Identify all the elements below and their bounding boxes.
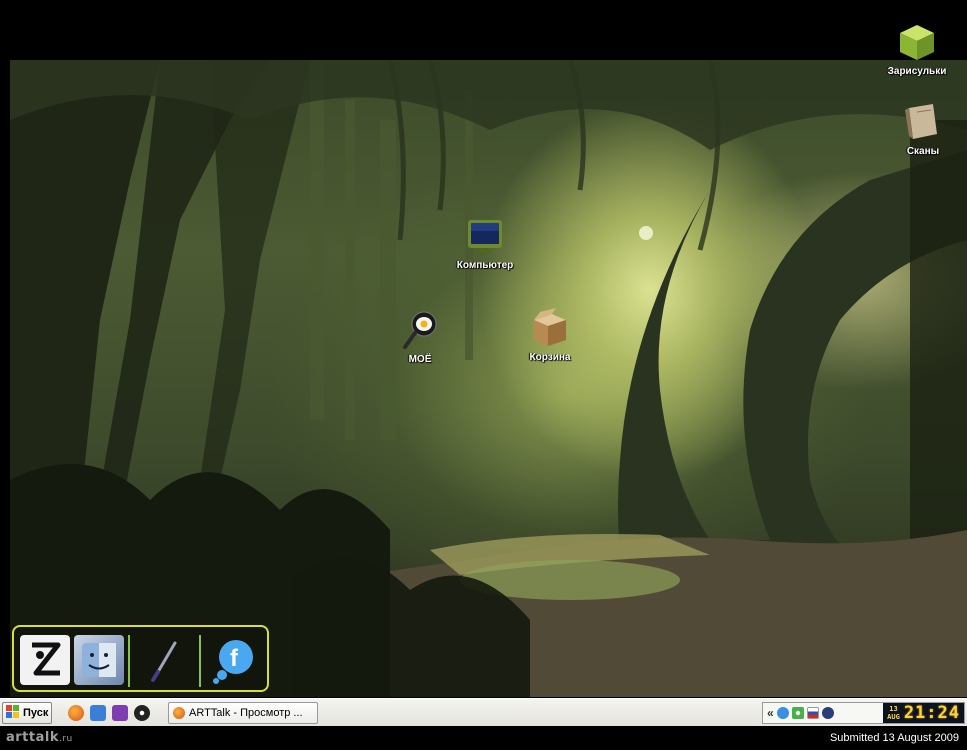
system-tray: « 13 AUG 21:24: [762, 702, 965, 724]
desktop-icon-scans[interactable]: Сканы: [878, 102, 967, 157]
browser-quicklaunch-icon[interactable]: [90, 705, 106, 721]
desktop-icon-mine[interactable]: МОЁ: [375, 310, 465, 365]
site-footer: arttalk.ru Submitted 13 August 2009: [0, 727, 967, 750]
flower-tray-icon[interactable]: [791, 707, 804, 719]
dock-separator: [128, 635, 130, 687]
desktop-icon-label: Компьютер: [456, 260, 514, 271]
clock-month: AUG: [887, 713, 900, 721]
desktop-icon-sketches[interactable]: Зарисульки: [872, 22, 962, 77]
submitted-date: Submitted 13 August 2009: [829, 732, 959, 744]
facebook-glyph: f: [230, 645, 239, 672]
desktop-icon-label: Корзина: [529, 352, 571, 363]
desktop-icon-recycle-bin[interactable]: Корзина: [505, 308, 595, 363]
logo-main: arttalk: [6, 730, 59, 745]
facebook-bubble-icon[interactable]: f: [210, 635, 260, 685]
tray-expand-button[interactable]: «: [767, 706, 774, 720]
window-title: ARTTalk - Просмотр ...: [189, 707, 303, 719]
dock-panel: f: [12, 625, 269, 692]
taskbar-clock[interactable]: 13 AUG 21:24: [883, 703, 964, 723]
clock-date: 13 AUG: [887, 705, 900, 721]
desktop-wallpaper: [10, 60, 967, 697]
taskbar: Пуск ARTTalk - Просмотр ... « 13 AUG 21:…: [0, 698, 967, 726]
firefox-quicklaunch-icon[interactable]: [68, 705, 84, 721]
cardboard-box-icon: [530, 308, 570, 348]
play-tray-icon[interactable]: [821, 707, 834, 719]
app-quicklaunch-icon[interactable]: [112, 705, 128, 721]
logo-suffix: .ru: [59, 734, 73, 744]
start-button[interactable]: Пуск: [2, 702, 52, 724]
monitor-icon: [465, 216, 505, 256]
desktop-icon-label: Сканы: [906, 146, 940, 157]
desktop-icon-label: МОЁ: [408, 354, 432, 365]
dock-separator: [199, 635, 201, 687]
jungle-scene: [10, 60, 967, 697]
taskbar-window-arttalk[interactable]: ARTTalk - Просмотр ...: [168, 702, 318, 724]
green-cube-icon: [897, 22, 937, 62]
book-icon: [903, 102, 943, 142]
arttalk-logo: arttalk.ru: [6, 730, 73, 745]
clock-day: 13: [889, 705, 898, 713]
windows-flag-icon: [6, 704, 20, 722]
brush-icon[interactable]: [139, 635, 189, 685]
finder-icon[interactable]: [74, 635, 124, 685]
russian-flag-icon[interactable]: [806, 707, 819, 719]
desktop-icon-computer[interactable]: Компьютер: [440, 216, 530, 271]
facebook-tray-icon[interactable]: [776, 707, 789, 719]
egg-pan-icon: [400, 310, 440, 350]
media-quicklaunch-icon[interactable]: [134, 705, 150, 721]
firefox-icon: [173, 707, 185, 719]
start-label: Пуск: [23, 707, 49, 719]
zbrush-icon[interactable]: [20, 635, 70, 685]
desktop-icon-label: Зарисульки: [887, 66, 947, 77]
clock-time: 21:24: [903, 703, 960, 723]
